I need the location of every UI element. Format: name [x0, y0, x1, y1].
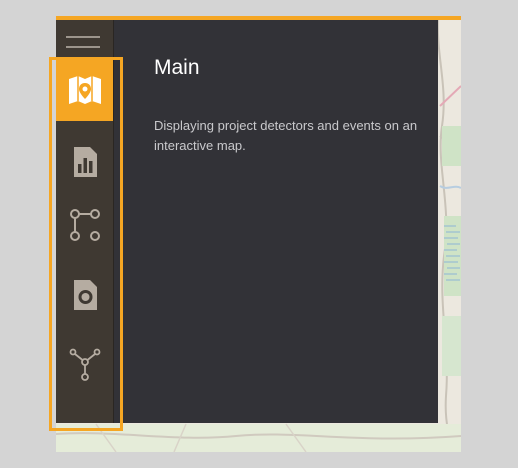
sidebar-highlight-outline [49, 57, 123, 431]
hamburger-menu-icon[interactable] [66, 32, 100, 52]
info-panel: Main Displaying project detectors and ev… [114, 20, 438, 423]
panel-title: Main [154, 56, 200, 79]
panel-description: Displaying project detectors and events … [154, 118, 418, 153]
